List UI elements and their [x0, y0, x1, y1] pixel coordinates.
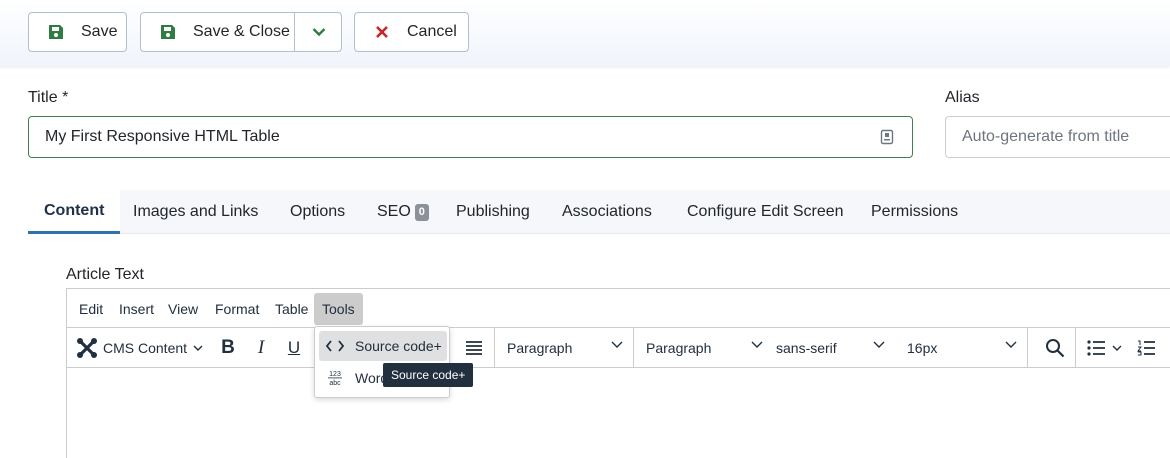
svg-text:123: 123 — [329, 371, 341, 378]
close-icon — [374, 24, 390, 40]
tab-bar: Content Images and Links Options SEO 0 Pu… — [28, 190, 1170, 234]
chevron-down-icon — [751, 341, 763, 348]
numbered-list-icon — [1137, 340, 1155, 355]
menu-insert[interactable]: Insert — [111, 293, 162, 325]
chevron-down-icon — [1112, 345, 1122, 351]
chevron-down-icon — [312, 28, 325, 37]
align-justify-icon — [466, 340, 482, 355]
menu-tools[interactable]: Tools — [314, 293, 363, 325]
cancel-label: Cancel — [407, 23, 457, 40]
tab-content[interactable]: Content — [28, 190, 121, 234]
block-format-select-1[interactable]: Paragraph — [495, 328, 634, 367]
chevron-down-icon — [611, 341, 623, 348]
save-button[interactable]: Save — [28, 12, 127, 52]
article-text-label: Article Text — [66, 266, 144, 283]
tab-associations-label: Associations — [562, 203, 652, 220]
code-icon — [325, 340, 345, 352]
word-count-icon: 123 abc — [325, 369, 345, 387]
tab-images-links-label: Images and Links — [133, 203, 259, 220]
bold-icon: B — [221, 336, 235, 358]
tab-images-links[interactable]: Images and Links — [133, 190, 258, 234]
font-family-select[interactable]: sans-serif — [764, 328, 895, 367]
save-close-label: Save & Close — [193, 23, 290, 40]
seo-badge: 0 — [414, 203, 429, 221]
alias-input[interactable]: Auto-generate from title — [945, 116, 1170, 158]
font-family-value: sans-serif — [776, 339, 837, 356]
title-input[interactable]: My First Responsive HTML Table — [28, 116, 913, 158]
cms-content-label: CMS Content — [103, 339, 188, 356]
bullet-list-icon — [1087, 339, 1105, 356]
menu-format[interactable]: Format — [207, 293, 267, 325]
italic-icon: I — [257, 336, 265, 358]
tab-configure-edit-screen[interactable]: Configure Edit Screen — [687, 190, 844, 234]
rich-text-editor: Edit Insert View Format Table Tools CMS … — [66, 288, 1170, 458]
menu-edit[interactable]: Edit — [71, 293, 111, 325]
cancel-button[interactable]: Cancel — [354, 12, 469, 52]
tab-publishing[interactable]: Publishing — [456, 190, 530, 234]
bold-button[interactable]: B — [216, 328, 240, 367]
tab-options[interactable]: Options — [290, 190, 345, 234]
italic-button[interactable]: I — [249, 328, 273, 367]
save-label: Save — [81, 23, 118, 40]
tab-permissions-label: Permissions — [871, 203, 959, 220]
block-format-value-2: Paragraph — [646, 339, 712, 356]
menu-item-source-code[interactable]: Source code+ — [319, 331, 447, 361]
align-justify-button[interactable] — [461, 328, 487, 367]
tools-menu-dropdown: Source code+ 123 abc Word — [314, 326, 450, 398]
save-icon — [48, 24, 64, 40]
chevron-down-icon — [873, 341, 885, 348]
tab-options-label: Options — [290, 203, 346, 220]
block-format-select-2[interactable]: Paragraph — [634, 328, 773, 367]
svg-text:abc: abc — [329, 380, 341, 387]
tab-associations[interactable]: Associations — [562, 190, 652, 234]
numbered-list-button[interactable] — [1137, 328, 1167, 367]
save-options-dropdown[interactable] — [294, 13, 342, 51]
toolbar-separator — [1075, 328, 1076, 367]
alias-placeholder: Auto-generate from title — [962, 128, 1130, 145]
save-close-button[interactable]: Save & Close — [140, 12, 342, 52]
editor-toolbar: CMS Content B I U Paragraph Paragraph sa… — [67, 328, 1170, 368]
title-label: Title * — [28, 89, 69, 106]
source-code-label: Source code+ — [355, 338, 442, 354]
tab-seo-label: SEO — [377, 203, 411, 220]
tab-content-label: Content — [44, 201, 105, 219]
field-options-icon[interactable] — [880, 129, 894, 145]
tab-publishing-label: Publishing — [456, 203, 530, 220]
font-size-select[interactable]: 16px — [895, 328, 1028, 367]
chevron-down-icon — [193, 345, 203, 351]
cms-content-dropdown[interactable]: CMS Content — [75, 328, 205, 367]
block-format-value-1: Paragraph — [507, 339, 573, 356]
underline-icon: U — [287, 337, 301, 357]
bullet-list-button[interactable] — [1087, 328, 1131, 367]
underline-button[interactable]: U — [282, 328, 306, 367]
editor-menubar: Edit Insert View Format Table Tools — [67, 289, 1170, 328]
tab-seo[interactable]: SEO 0 — [377, 190, 429, 234]
tooltip: Source code+ — [383, 363, 474, 387]
tab-permissions[interactable]: Permissions — [871, 190, 958, 234]
find-replace-button[interactable] — [1041, 328, 1069, 367]
tab-configure-label: Configure Edit Screen — [687, 203, 844, 220]
save-icon — [160, 24, 176, 40]
action-toolbar: Save Save & Close Cancel — [0, 0, 1170, 66]
joomla-logo-icon — [77, 337, 97, 358]
font-size-value: 16px — [907, 339, 938, 356]
title-value: My First Responsive HTML Table — [45, 128, 280, 145]
search-icon — [1046, 338, 1065, 357]
chevron-down-icon — [1005, 341, 1017, 348]
menu-table[interactable]: Table — [267, 293, 316, 325]
alias-label: Alias — [945, 89, 980, 106]
menu-view[interactable]: View — [160, 293, 206, 325]
